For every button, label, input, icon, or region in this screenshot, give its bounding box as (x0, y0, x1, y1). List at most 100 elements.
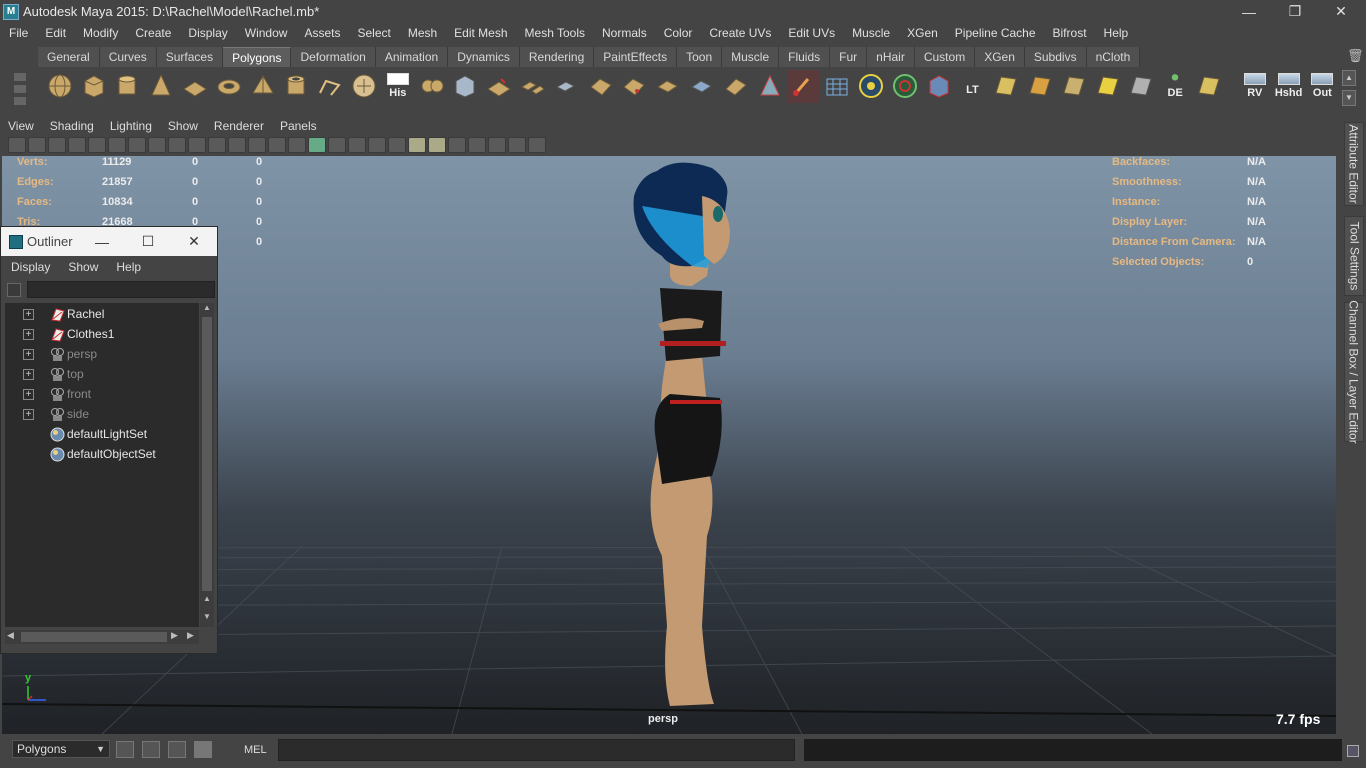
xray-joint-icon[interactable] (855, 70, 887, 103)
safe-title-icon[interactable] (248, 137, 266, 153)
viewport-menu-lighting[interactable]: Lighting (102, 119, 160, 133)
toggle-tool-icon[interactable] (116, 741, 134, 758)
dock-tab-attribute-editor[interactable]: Attribute Editor (1344, 122, 1364, 206)
sculpt-tool-icon[interactable] (754, 70, 786, 103)
outliner-item-defaultobjectset[interactable]: defaultObjectSet (5, 444, 199, 464)
viewport-menu-panels[interactable]: Panels (272, 119, 325, 133)
menu-set-dropdown[interactable]: Polygons ▼ (12, 740, 110, 758)
poly-cube-icon[interactable] (78, 70, 110, 103)
outliner-minimize-button[interactable]: — (79, 227, 125, 256)
poly-pipe-icon[interactable] (281, 70, 313, 103)
film-gate-icon[interactable] (148, 137, 166, 153)
menu-color[interactable]: Color (655, 26, 701, 40)
menu-bifrost[interactable]: Bifrost (1044, 26, 1095, 40)
tab-surfaces[interactable]: Surfaces (156, 47, 224, 67)
tab-ncloth[interactable]: nCloth (1086, 47, 1141, 67)
outliner-search-input[interactable] (27, 281, 215, 298)
menu-assets[interactable]: Assets (295, 26, 348, 40)
shelf-scroll[interactable]: ▲ ▼ (1342, 70, 1356, 106)
hshd-icon[interactable]: Hshd (1273, 70, 1305, 103)
tab-rendering[interactable]: Rendering (519, 47, 595, 67)
tab-general[interactable]: General (38, 47, 100, 67)
tab-animation[interactable]: Animation (375, 47, 449, 67)
close-button[interactable]: ✕ (1318, 0, 1364, 23)
tab-deformation[interactable]: Deformation (291, 47, 376, 67)
poly-pyramid-icon[interactable] (247, 70, 279, 103)
menu-muscle[interactable]: Muscle (843, 26, 898, 40)
menu-help[interactable]: Help (1095, 26, 1137, 40)
menu-mesh[interactable]: Mesh (399, 26, 445, 40)
merge-icon[interactable] (619, 70, 651, 103)
isolate-select-icon[interactable] (468, 137, 486, 153)
menu-modify[interactable]: Modify (74, 26, 126, 40)
poly-cone-icon[interactable] (145, 70, 177, 103)
2d-pan-zoom-icon[interactable] (108, 137, 126, 153)
camera-attributes-icon[interactable] (28, 137, 46, 153)
outliner-scroll-right-icon[interactable]: ▶ (171, 630, 178, 641)
menu-display[interactable]: Display (179, 26, 235, 40)
expand-icon[interactable]: + (23, 328, 34, 340)
separate-icon[interactable] (416, 70, 448, 103)
mel-label[interactable]: MEL (244, 744, 267, 756)
viewport-menu-show[interactable]: Show (160, 119, 206, 133)
xray-icon[interactable] (488, 137, 506, 153)
menu-edit-mesh[interactable]: Edit Mesh (445, 26, 515, 40)
poly-sphere-icon[interactable] (44, 70, 76, 103)
poly-plane-icon[interactable] (179, 70, 211, 103)
tab-curves[interactable]: Curves (99, 47, 157, 67)
xray-components-icon[interactable] (528, 137, 546, 153)
tab-subdivs[interactable]: Subdivs (1024, 47, 1087, 67)
outliner-item-side[interactable]: + side (5, 404, 199, 424)
menu-mesh-tools[interactable]: Mesh Tools (516, 26, 593, 40)
dock-tab-channel-box-layer-editor[interactable]: Channel Box / Layer Editor (1344, 300, 1364, 444)
outliner-horizontal-scrollbar[interactable]: ◀ ▶ ▶ (5, 630, 199, 644)
minimize-button[interactable]: — (1226, 0, 1272, 23)
poly-cylinder-icon[interactable] (112, 70, 144, 103)
paint-tool-icon[interactable] (787, 69, 820, 103)
combine-icon[interactable] (348, 70, 380, 103)
wedge-icon[interactable] (652, 70, 684, 103)
tab-muscle[interactable]: Muscle (722, 47, 780, 67)
depth-of-field-icon[interactable] (448, 137, 466, 153)
textured-icon[interactable] (328, 137, 346, 153)
safe-action-icon[interactable] (228, 137, 246, 153)
menu-create[interactable]: Create (126, 26, 179, 40)
extract-icon[interactable] (450, 70, 482, 103)
outliner-toggle-icon[interactable] (168, 741, 186, 758)
uv-grid-icon[interactable] (1193, 70, 1225, 103)
menu-normals[interactable]: Normals (593, 26, 655, 40)
expand-icon[interactable]: + (23, 388, 34, 400)
tab-painteffects[interactable]: PaintEffects (594, 47, 678, 67)
menu-create-uvs[interactable]: Create UVs (700, 26, 779, 40)
uv-layout-icon[interactable] (990, 70, 1022, 103)
extrude-icon[interactable] (483, 70, 515, 103)
rv-icon[interactable]: RV (1239, 70, 1271, 103)
expand-icon[interactable]: + (23, 408, 34, 420)
lt-icon[interactable]: LT (957, 70, 989, 103)
outliner-maximize-button[interactable]: ☐ (125, 227, 171, 256)
outliner-hscroll-thumb[interactable] (21, 632, 167, 642)
soft-select-icon[interactable] (889, 70, 921, 103)
texture-editor-icon[interactable] (923, 70, 955, 103)
outliner-scroll-left-icon[interactable]: ◀ (7, 630, 14, 641)
script-editor-icon[interactable] (142, 741, 160, 758)
menu-edit[interactable]: Edit (36, 26, 74, 40)
menu-pipeline-cache[interactable]: Pipeline Cache (946, 26, 1044, 40)
tab-fluids[interactable]: Fluids (779, 47, 831, 67)
field-chart-icon[interactable] (208, 137, 226, 153)
expand-icon[interactable]: + (23, 348, 34, 360)
create-polygon-tool-icon[interactable] (314, 70, 346, 103)
tab-polygons[interactable]: Polygons (223, 47, 292, 67)
outliner-close-button[interactable]: ✕ (171, 227, 217, 256)
anti-aliasing-icon[interactable] (428, 137, 446, 153)
outliner-item-defaultlightset[interactable]: defaultLightSet (5, 424, 199, 444)
shelf-scroll-down-icon[interactable]: ▼ (1342, 90, 1356, 106)
menu-file[interactable]: File (0, 26, 36, 40)
tab-nhair[interactable]: nHair (867, 47, 915, 67)
uv-map-icon[interactable] (1058, 70, 1090, 103)
grease-pencil-icon[interactable] (88, 137, 106, 153)
outliner-item-front[interactable]: + front (5, 384, 199, 404)
dock-tab-tool-settings[interactable]: Tool Settings (1344, 216, 1364, 296)
viewport-menu-view[interactable]: View (0, 119, 42, 133)
out-icon[interactable]: Out (1306, 70, 1338, 103)
